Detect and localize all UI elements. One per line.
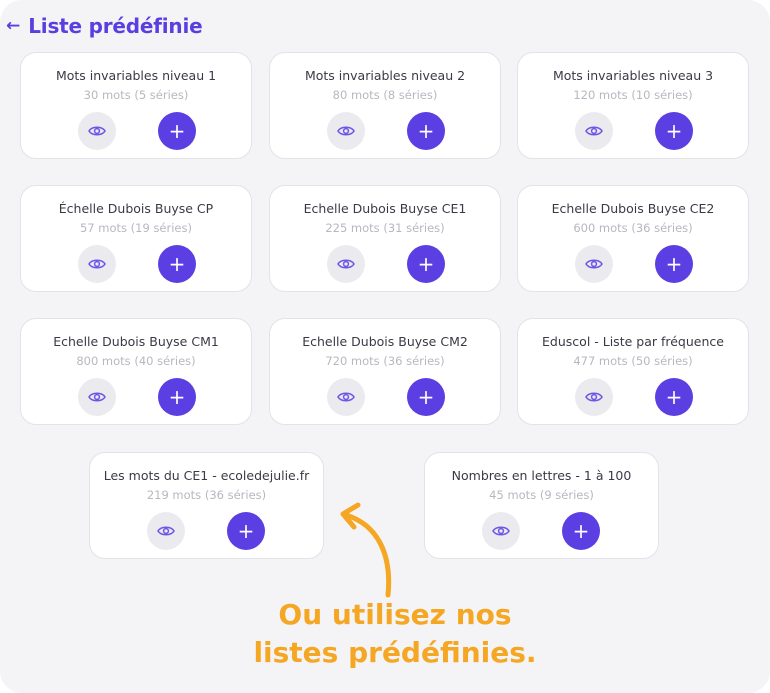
eye-icon — [337, 259, 355, 269]
card-title: Eduscol - Liste par fréquence — [542, 334, 724, 349]
add-button[interactable]: + — [562, 512, 600, 550]
eye-icon — [492, 526, 510, 536]
card-title: Mots invariables niveau 1 — [55, 68, 217, 83]
card-subtitle: 219 mots (36 séries) — [146, 488, 267, 502]
plus-icon: + — [665, 119, 683, 143]
plus-icon: + — [417, 119, 435, 143]
list-card-dubois-buyse-cm1: Echelle Dubois Buyse CM1 800 mots (40 sé… — [20, 318, 252, 425]
list-card-mots-invariables-2: Mots invariables niveau 2 80 mots (8 sér… — [269, 52, 501, 159]
eye-icon — [88, 392, 106, 402]
card-title: Nombres en lettres - 1 à 100 — [451, 468, 632, 483]
add-button[interactable]: + — [227, 512, 265, 550]
card-subtitle: 225 mots (31 séries) — [325, 221, 445, 235]
list-card-dubois-buyse-ce1: Echelle Dubois Buyse CE1 225 mots (31 sé… — [269, 185, 501, 292]
callout-line-2: listes prédéfinies. — [253, 636, 537, 669]
card-subtitle: 45 mots (9 séries) — [489, 488, 594, 502]
app-frame: ← Liste prédéfinie Mots invariables nive… — [0, 0, 770, 693]
card-subtitle: 57 mots (19 séries) — [79, 221, 192, 235]
add-button[interactable]: + — [407, 112, 445, 150]
eye-icon — [88, 259, 106, 269]
add-button[interactable]: + — [407, 378, 445, 416]
view-button[interactable] — [78, 245, 116, 283]
eye-icon — [337, 126, 355, 136]
card-subtitle: 30 mots (5 séries) — [83, 88, 189, 102]
view-button[interactable] — [575, 112, 613, 150]
plus-icon: + — [168, 252, 186, 276]
card-title: Les mots du CE1 - ecoledejulie.fr — [103, 468, 310, 483]
add-button[interactable]: + — [407, 245, 445, 283]
card-subtitle: 600 mots (36 séries) — [573, 221, 693, 235]
promo-callout: Ou utilisez nos listes prédéfinies. — [230, 596, 560, 672]
card-subtitle: 477 mots (50 séries) — [573, 354, 693, 368]
card-subtitle: 80 mots (8 séries) — [332, 88, 438, 102]
list-card-nombres-en-lettres: Nombres en lettres - 1 à 100 45 mots (9 … — [424, 452, 659, 559]
plus-icon: + — [417, 252, 435, 276]
page-title: Liste prédéfinie — [28, 14, 203, 38]
view-button[interactable] — [327, 245, 365, 283]
plus-icon: + — [168, 385, 186, 409]
card-title: Mots invariables niveau 2 — [304, 68, 466, 83]
plus-icon: + — [572, 519, 590, 543]
add-button[interactable]: + — [655, 245, 693, 283]
view-button[interactable] — [327, 112, 365, 150]
callout-line-1: Ou utilisez nos — [278, 598, 512, 631]
card-title: Échelle Dubois Buyse CP — [58, 201, 214, 216]
back-arrow-icon[interactable]: ← — [6, 17, 20, 35]
view-button[interactable] — [575, 245, 613, 283]
eye-icon — [585, 392, 603, 402]
eye-icon — [585, 126, 603, 136]
card-title: Echelle Dubois Buyse CM1 — [53, 334, 219, 349]
card-title: Echelle Dubois Buyse CM2 — [302, 334, 468, 349]
view-button[interactable] — [575, 378, 613, 416]
list-card-mots-ce1-ecoledejulie: Les mots du CE1 - ecoledejulie.fr 219 mo… — [89, 452, 324, 559]
view-button[interactable] — [78, 112, 116, 150]
view-button[interactable] — [327, 378, 365, 416]
add-button[interactable]: + — [158, 378, 196, 416]
plus-icon: + — [417, 385, 435, 409]
list-card-eduscol-frequence: Eduscol - Liste par fréquence 477 mots (… — [517, 318, 749, 425]
add-button[interactable]: + — [655, 112, 693, 150]
card-subtitle: 120 mots (10 séries) — [573, 88, 693, 102]
view-button[interactable] — [147, 512, 185, 550]
card-subtitle: 720 mots (36 séries) — [325, 354, 445, 368]
eye-icon — [337, 392, 355, 402]
view-button[interactable] — [482, 512, 520, 550]
eye-icon — [585, 259, 603, 269]
add-button[interactable]: + — [158, 112, 196, 150]
card-title: Echelle Dubois Buyse CE1 — [303, 201, 467, 216]
eye-icon — [88, 126, 106, 136]
card-title: Echelle Dubois Buyse CE2 — [551, 201, 715, 216]
list-card-dubois-buyse-cm2: Echelle Dubois Buyse CM2 720 mots (36 sé… — [269, 318, 501, 425]
card-title: Mots invariables niveau 3 — [552, 68, 714, 83]
plus-icon: + — [665, 385, 683, 409]
plus-icon: + — [665, 252, 683, 276]
view-button[interactable] — [78, 378, 116, 416]
header: ← Liste prédéfinie — [6, 12, 203, 40]
plus-icon: + — [237, 519, 255, 543]
list-card-mots-invariables-1: Mots invariables niveau 1 30 mots (5 sér… — [20, 52, 252, 159]
card-subtitle: 800 mots (40 séries) — [76, 354, 196, 368]
eye-icon — [157, 526, 175, 536]
add-button[interactable]: + — [655, 378, 693, 416]
list-card-dubois-buyse-ce2: Echelle Dubois Buyse CE2 600 mots (36 sé… — [517, 185, 749, 292]
list-card-mots-invariables-3: Mots invariables niveau 3 120 mots (10 s… — [517, 52, 749, 159]
list-card-dubois-buyse-cp: Échelle Dubois Buyse CP 57 mots (19 séri… — [20, 185, 252, 292]
add-button[interactable]: + — [158, 245, 196, 283]
callout-arrow-icon — [340, 502, 392, 598]
plus-icon: + — [168, 119, 186, 143]
